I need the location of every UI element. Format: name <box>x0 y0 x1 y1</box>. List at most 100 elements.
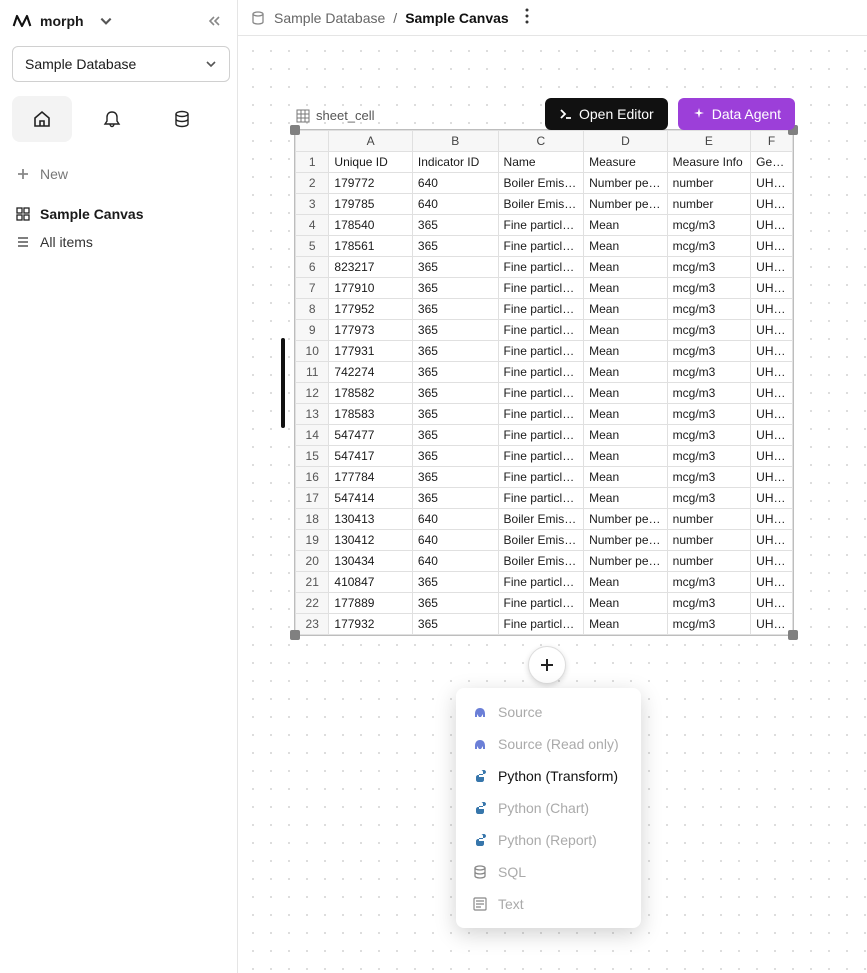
cell[interactable]: 178583 <box>329 404 413 425</box>
canvas[interactable]: Open Editor Data Agent sheet_cell <box>238 36 867 973</box>
cell[interactable]: 365 <box>412 593 498 614</box>
cell[interactable]: 365 <box>412 278 498 299</box>
row-number[interactable]: 15 <box>296 446 329 467</box>
breadcrumb-root[interactable]: Sample Database <box>274 10 385 26</box>
cell[interactable]: mcg/m3 <box>667 320 751 341</box>
cell[interactable]: Mean <box>584 215 668 236</box>
sheet-table[interactable]: ABCDEF 1Unique IDIndicator IDNameMeasure… <box>295 130 793 635</box>
cell[interactable]: Mean <box>584 446 668 467</box>
row-number[interactable]: 2 <box>296 173 329 194</box>
cell[interactable]: Mean <box>584 299 668 320</box>
cell[interactable]: 179785 <box>329 194 413 215</box>
cell[interactable]: Fine particles (P... <box>498 341 584 362</box>
cell[interactable]: number <box>667 509 751 530</box>
cell[interactable]: 365 <box>412 341 498 362</box>
cell[interactable]: UHF42 <box>751 362 793 383</box>
cell[interactable]: Fine particles (P... <box>498 383 584 404</box>
sidebar-item-allitems[interactable]: All items <box>12 228 225 256</box>
cell[interactable]: mcg/m3 <box>667 614 751 635</box>
cell[interactable]: Fine particles (P... <box>498 404 584 425</box>
cell[interactable]: UHF42 <box>751 320 793 341</box>
menu-item-sql[interactable]: SQL <box>456 856 641 888</box>
cell[interactable]: Fine particles (P... <box>498 278 584 299</box>
cell[interactable]: mcg/m3 <box>667 383 751 404</box>
cell[interactable]: Boiler Emission... <box>498 509 584 530</box>
cell[interactable]: Mean <box>584 425 668 446</box>
cell[interactable]: mcg/m3 <box>667 488 751 509</box>
cell[interactable]: 365 <box>412 572 498 593</box>
cell[interactable]: 640 <box>412 530 498 551</box>
database-button[interactable] <box>152 96 212 142</box>
cell[interactable]: UHF42 <box>751 299 793 320</box>
cell[interactable]: 130434 <box>329 551 413 572</box>
cell[interactable]: mcg/m3 <box>667 236 751 257</box>
cell[interactable]: Number per km2 <box>584 173 668 194</box>
row-number[interactable]: 19 <box>296 530 329 551</box>
cell[interactable]: Mean <box>584 404 668 425</box>
cell[interactable]: Fine particles (P... <box>498 362 584 383</box>
menu-item-source-read-only-[interactable]: Source (Read only) <box>456 728 641 760</box>
row-number[interactable]: 5 <box>296 236 329 257</box>
cell[interactable]: mcg/m3 <box>667 467 751 488</box>
brand-chevron[interactable] <box>92 10 120 32</box>
cell[interactable]: number <box>667 173 751 194</box>
cell[interactable]: 547477 <box>329 425 413 446</box>
column-letter[interactable]: F <box>751 131 793 152</box>
row-number[interactable]: 7 <box>296 278 329 299</box>
cell[interactable]: Mean <box>584 341 668 362</box>
cell[interactable]: UHF42 <box>751 257 793 278</box>
cell[interactable]: mcg/m3 <box>667 278 751 299</box>
cell[interactable]: Fine particles (P... <box>498 614 584 635</box>
cell[interactable]: 177910 <box>329 278 413 299</box>
cell[interactable]: 177784 <box>329 467 413 488</box>
cell[interactable]: 177889 <box>329 593 413 614</box>
row-number[interactable]: 11 <box>296 362 329 383</box>
sheet-node[interactable]: sheet_cell ABCDEF 1Unique IDIndicator ID… <box>294 108 794 636</box>
row-number[interactable]: 9 <box>296 320 329 341</box>
cell[interactable]: mcg/m3 <box>667 341 751 362</box>
cell[interactable]: 177973 <box>329 320 413 341</box>
row-number[interactable]: 17 <box>296 488 329 509</box>
cell[interactable]: Boiler Emission... <box>498 551 584 572</box>
menu-item-source[interactable]: Source <box>456 696 641 728</box>
resize-handle-br[interactable] <box>788 630 798 640</box>
cell[interactable]: UHF42 <box>751 425 793 446</box>
cell[interactable]: UHF42 <box>751 488 793 509</box>
collapse-sidebar-button[interactable] <box>203 10 225 32</box>
home-button[interactable] <box>12 96 72 142</box>
row-number[interactable]: 3 <box>296 194 329 215</box>
cell[interactable]: Boiler Emission... <box>498 194 584 215</box>
cell[interactable]: Number per km2 <box>584 551 668 572</box>
cell[interactable]: mcg/m3 <box>667 404 751 425</box>
resize-handle-bl[interactable] <box>290 630 300 640</box>
row-number[interactable]: 18 <box>296 509 329 530</box>
cell[interactable]: 178540 <box>329 215 413 236</box>
header-cell[interactable]: Measure Info <box>667 152 751 173</box>
cell[interactable]: 640 <box>412 551 498 572</box>
resize-handle-tl[interactable] <box>290 125 300 135</box>
row-number[interactable]: 16 <box>296 467 329 488</box>
cell[interactable]: Fine particles (P... <box>498 257 584 278</box>
cell[interactable]: UHF42 <box>751 278 793 299</box>
cell[interactable]: 823217 <box>329 257 413 278</box>
header-cell[interactable]: Unique ID <box>329 152 413 173</box>
cell[interactable]: Fine particles (P... <box>498 236 584 257</box>
cell[interactable]: 178561 <box>329 236 413 257</box>
cell[interactable]: UHF42 <box>751 383 793 404</box>
cell[interactable]: mcg/m3 <box>667 257 751 278</box>
cell[interactable]: UHF42 <box>751 467 793 488</box>
cell[interactable]: 640 <box>412 173 498 194</box>
menu-item-python-report-[interactable]: Python (Report) <box>456 824 641 856</box>
cell[interactable]: Fine particles (P... <box>498 572 584 593</box>
cell[interactable]: number <box>667 551 751 572</box>
cell[interactable]: 365 <box>412 614 498 635</box>
cell[interactable]: Fine particles (P... <box>498 215 584 236</box>
cell[interactable]: UHF42 <box>751 530 793 551</box>
cell[interactable]: 179772 <box>329 173 413 194</box>
cell[interactable]: 365 <box>412 467 498 488</box>
row-number[interactable]: 8 <box>296 299 329 320</box>
cell[interactable]: mcg/m3 <box>667 425 751 446</box>
cell[interactable]: Mean <box>584 383 668 404</box>
menu-item-python-transform-[interactable]: Python (Transform) <box>456 760 641 792</box>
cell[interactable]: Fine particles (P... <box>498 446 584 467</box>
